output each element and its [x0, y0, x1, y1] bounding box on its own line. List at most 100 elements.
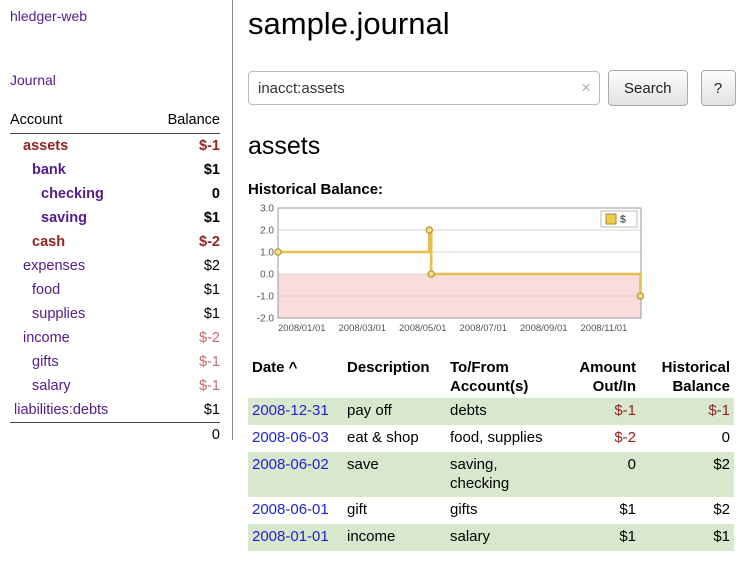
transaction-amount: $-1 — [558, 398, 640, 425]
account-balance: $-1 — [147, 374, 220, 398]
transaction-accounts: food, supplies — [446, 425, 558, 452]
svg-text:2008/07/01: 2008/07/01 — [460, 323, 508, 334]
svg-text:1.0: 1.0 — [260, 248, 274, 259]
page-layout: hledger-web Journal Account Balance asse… — [0, 0, 742, 551]
account-row: food$1 — [10, 278, 220, 302]
account-link[interactable]: income — [10, 330, 70, 346]
account-row: saving$1 — [10, 206, 220, 230]
account-link[interactable]: salary — [10, 378, 71, 394]
account-link[interactable]: expenses — [10, 258, 85, 274]
accounts-header-row: Account Balance — [10, 110, 220, 134]
account-balance: $1 — [147, 398, 220, 423]
register-row: 2008-12-31pay offdebts$-1$-1 — [248, 398, 734, 425]
register-header-description: Description — [343, 356, 446, 398]
search-input[interactable] — [248, 71, 600, 105]
svg-text:2.0: 2.0 — [260, 226, 274, 237]
page-title: sample.journal — [248, 6, 736, 42]
transaction-balance: $2 — [640, 497, 734, 524]
account-row: checking 0 — [10, 182, 220, 206]
account-row: income $-2 — [10, 326, 220, 350]
account-balance: $-1 — [147, 350, 220, 374]
transaction-description: pay off — [343, 398, 446, 425]
help-button[interactable]: ? — [701, 70, 736, 106]
sidebar: hledger-web Journal Account Balance asse… — [0, 0, 233, 440]
account-balance: 0 — [147, 182, 220, 206]
account-balance: $-2 — [147, 230, 220, 254]
account-link[interactable]: checking — [10, 186, 104, 202]
account-row: expenses $2 — [10, 254, 220, 278]
main-content: sample.journal × Search ? assets Histori… — [233, 0, 742, 551]
transaction-date-link[interactable]: 2008-12-31 — [252, 402, 329, 419]
transaction-accounts: saving, checking — [446, 452, 558, 498]
account-heading: assets — [248, 132, 736, 161]
account-row: bank $1 — [10, 158, 220, 182]
account-row: liabilities:debts $1 — [10, 398, 220, 423]
search-button[interactable]: Search — [608, 70, 688, 106]
transaction-balance: $-1 — [640, 398, 734, 425]
transaction-date-link[interactable]: 2008-06-02 — [252, 456, 329, 473]
account-link[interactable]: assets — [10, 138, 68, 154]
account-row: salary $-1 — [10, 374, 220, 398]
transaction-description: gift — [343, 497, 446, 524]
account-link[interactable]: food — [10, 282, 60, 298]
svg-text:-1.0: -1.0 — [257, 292, 275, 303]
account-balance: $-1 — [147, 134, 220, 159]
account-link[interactable]: cash — [10, 234, 65, 250]
account-balance: $1 — [147, 158, 220, 182]
account-balance: $2 — [147, 254, 220, 278]
svg-text:3.0: 3.0 — [260, 204, 274, 215]
account-row: cash $-2 — [10, 230, 220, 254]
accounts-total: 0 — [147, 423, 220, 448]
transaction-accounts: gifts — [446, 497, 558, 524]
journal-nav: Journal — [10, 72, 220, 90]
register-header-date[interactable]: Date ^ — [248, 356, 343, 398]
transaction-date-link[interactable]: 2008-06-01 — [252, 501, 329, 518]
account-balance: $-2 — [147, 326, 220, 350]
register-header-balance: HistoricalBalance — [640, 356, 734, 398]
svg-text:2008/11/01: 2008/11/01 — [581, 323, 628, 334]
account-row: assets $-1 — [10, 134, 220, 159]
transaction-date-link[interactable]: 2008-01-01 — [252, 528, 329, 545]
svg-text:2008/09/01: 2008/09/01 — [520, 323, 568, 334]
transaction-description: income — [343, 524, 446, 551]
balance-chart: 3.02.01.00.0-1.0-2.02008/01/012008/03/01… — [248, 202, 644, 342]
account-link[interactable]: liabilities:debts — [10, 402, 108, 418]
transaction-description: save — [343, 452, 446, 498]
app-title: hledger-web — [10, 8, 220, 26]
register-table: Date ^DescriptionTo/FromAccount(s)Amount… — [248, 356, 734, 551]
transaction-amount: $-2 — [558, 425, 640, 452]
svg-text:-2.0: -2.0 — [257, 314, 275, 325]
app-title-link[interactable]: hledger-web — [10, 8, 87, 24]
transaction-date-link[interactable]: 2008-06-03 — [252, 429, 329, 446]
account-link[interactable]: bank — [10, 162, 66, 178]
register-header-row: Date ^DescriptionTo/FromAccount(s)Amount… — [248, 356, 734, 398]
search-bar: × Search ? — [248, 70, 736, 106]
transaction-amount: 0 — [558, 452, 640, 498]
transaction-balance: $2 — [640, 452, 734, 498]
register-header-accounts: To/FromAccount(s) — [446, 356, 558, 398]
register-row: 2008-01-01incomesalary$1$1 — [248, 524, 734, 551]
transaction-description: eat & shop — [343, 425, 446, 452]
transaction-balance: 0 — [640, 425, 734, 452]
sort-ascending-icon: ^ — [285, 359, 298, 376]
journal-link[interactable]: Journal — [10, 72, 56, 88]
account-link[interactable]: gifts — [10, 354, 59, 370]
transaction-accounts: salary — [446, 524, 558, 551]
clear-search-icon[interactable]: × — [581, 78, 591, 98]
transaction-balance: $1 — [640, 524, 734, 551]
account-link[interactable]: supplies — [10, 306, 85, 322]
register-row: 2008-06-02 savesaving, checking0$2 — [248, 452, 734, 498]
svg-text:2008/05/01: 2008/05/01 — [399, 323, 447, 334]
svg-text:$: $ — [620, 214, 626, 226]
register-header-amount: AmountOut/In — [558, 356, 640, 398]
accounts-total-row: 0 — [10, 423, 220, 448]
svg-text:0.0: 0.0 — [260, 270, 274, 281]
search-box: × — [248, 71, 600, 105]
accounts-table: Account Balance assets $-1 bank $1 checking 0… — [10, 110, 220, 447]
account-row: supplies $1 — [10, 302, 220, 326]
transaction-amount: $1 — [558, 524, 640, 551]
register-row: 2008-06-01giftgifts$1$2 — [248, 497, 734, 524]
account-balance: $1 — [147, 302, 220, 326]
account-link[interactable]: saving — [10, 210, 87, 226]
chart-title: Historical Balance: — [248, 181, 736, 198]
